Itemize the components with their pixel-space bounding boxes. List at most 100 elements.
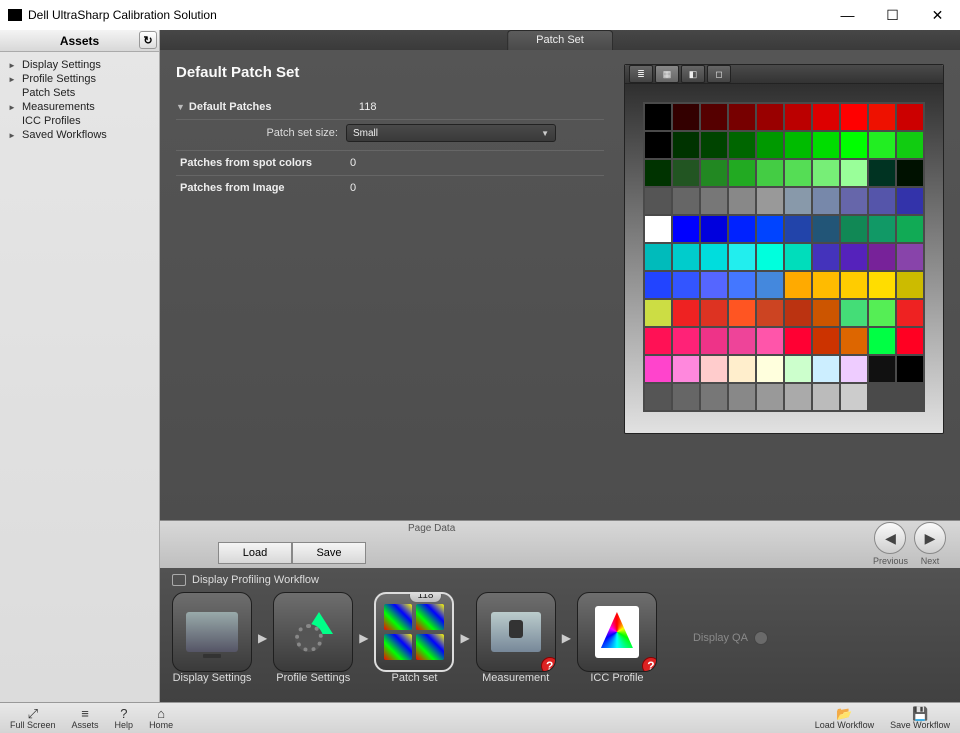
color-patch[interactable] [673,216,699,242]
color-patch[interactable] [729,216,755,242]
color-patch[interactable] [785,328,811,354]
color-patch[interactable] [841,328,867,354]
color-patch[interactable] [757,272,783,298]
color-patch[interactable] [897,104,923,130]
next-button[interactable]: ▶ Next [914,522,946,566]
color-patch[interactable] [701,384,727,410]
window-close-button[interactable]: ✕ [915,0,960,30]
color-patch[interactable] [841,244,867,270]
color-patch[interactable] [673,300,699,326]
color-patch[interactable] [841,300,867,326]
color-patch[interactable] [813,272,839,298]
color-patch[interactable] [813,244,839,270]
color-patch[interactable] [645,216,671,242]
color-patch[interactable] [701,356,727,382]
color-patch[interactable] [757,188,783,214]
color-patch[interactable] [841,216,867,242]
color-patch[interactable] [701,272,727,298]
color-patch[interactable] [757,244,783,270]
save-workflow-button[interactable]: 💾Save Workflow [890,707,950,730]
color-patch[interactable] [729,272,755,298]
color-patch[interactable] [897,216,923,242]
color-patch[interactable] [729,244,755,270]
color-patch[interactable] [645,328,671,354]
color-patch[interactable] [673,356,699,382]
color-patch[interactable] [673,272,699,298]
color-patch[interactable] [673,132,699,158]
home-button[interactable]: ⌂Home [149,707,173,730]
preview-single-view-button[interactable]: ◻ [707,65,731,83]
color-patch[interactable] [785,300,811,326]
color-patch[interactable] [701,244,727,270]
sidebar-item-measurements[interactable]: ►Measurements [4,100,155,114]
color-patch[interactable] [645,272,671,298]
color-patch[interactable] [813,384,839,410]
assets-refresh-button[interactable]: ↻ [139,31,157,49]
color-patch[interactable] [645,132,671,158]
color-patch[interactable] [841,188,867,214]
preview-list-view-button[interactable]: ≣ [629,65,653,83]
sidebar-item-profile-settings[interactable]: ►Profile Settings [4,72,155,86]
color-patch[interactable] [645,160,671,186]
color-patch[interactable] [785,132,811,158]
color-patch[interactable] [813,328,839,354]
color-patch[interactable] [645,104,671,130]
color-patch[interactable] [645,356,671,382]
color-patch[interactable] [701,104,727,130]
tab-patch-set[interactable]: Patch Set [507,30,613,50]
workflow-step-display-settings[interactable]: Display Settings [172,592,252,684]
color-patch[interactable] [897,160,923,186]
patch-set-size-select[interactable]: Small ▼ [346,124,556,142]
color-patch[interactable] [673,328,699,354]
color-patch[interactable] [757,132,783,158]
sidebar-item-saved-workflows[interactable]: ►Saved Workflows [4,128,155,142]
color-patch[interactable] [729,356,755,382]
color-patch[interactable] [701,132,727,158]
color-patch[interactable] [757,328,783,354]
color-patch[interactable] [673,244,699,270]
color-patch[interactable] [785,356,811,382]
color-patch[interactable] [813,300,839,326]
color-patch[interactable] [729,104,755,130]
workflow-step-measurement[interactable]: ? Measurement [476,592,556,684]
color-patch[interactable] [841,272,867,298]
color-patch[interactable] [841,160,867,186]
fullscreen-button[interactable]: ⤢Full Screen [10,707,56,730]
color-patch[interactable] [785,384,811,410]
color-patch[interactable] [813,188,839,214]
color-patch[interactable] [813,356,839,382]
help-button[interactable]: ?Help [115,707,134,730]
color-patch[interactable] [869,188,895,214]
color-patch[interactable] [897,300,923,326]
color-patch[interactable] [813,216,839,242]
color-patch[interactable] [869,356,895,382]
color-patch[interactable] [729,132,755,158]
color-patch[interactable] [673,104,699,130]
color-patch[interactable] [757,104,783,130]
color-patch[interactable] [673,188,699,214]
color-patch[interactable] [869,328,895,354]
workflow-step-patch-set[interactable]: 118 Patch set [374,592,454,684]
color-patch[interactable] [813,132,839,158]
preview-grid-view-button[interactable]: ▦ [655,65,679,83]
color-patch[interactable] [869,104,895,130]
color-patch[interactable] [897,132,923,158]
color-patch[interactable] [897,328,923,354]
color-patch[interactable] [813,104,839,130]
color-patch[interactable] [813,160,839,186]
color-patch[interactable] [701,216,727,242]
color-patch[interactable] [645,300,671,326]
sidebar-item-icc-profiles[interactable]: ICC Profiles [4,114,155,128]
color-patch[interactable] [897,188,923,214]
color-patch[interactable] [785,160,811,186]
color-patch[interactable] [869,244,895,270]
color-patch[interactable] [841,384,867,410]
workflow-display-qa[interactable]: Display QA [693,631,768,645]
color-patch[interactable] [897,272,923,298]
color-patch[interactable] [785,104,811,130]
color-patch[interactable] [701,160,727,186]
color-patch[interactable] [645,384,671,410]
color-patch[interactable] [729,300,755,326]
color-patch[interactable] [701,328,727,354]
sidebar-item-display-settings[interactable]: ►Display Settings [4,58,155,72]
